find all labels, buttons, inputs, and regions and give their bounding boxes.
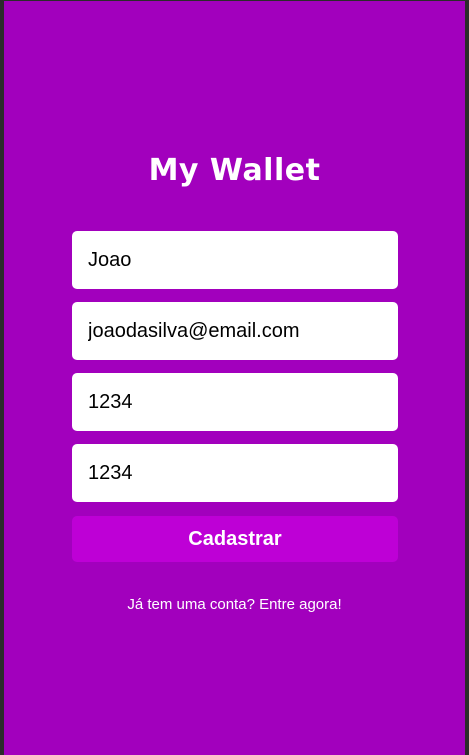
app-logo: My Wallet <box>148 153 321 188</box>
signup-screen: My Wallet Cadastrar Já tem uma conta? En… <box>4 1 465 755</box>
name-input[interactable] <box>72 231 398 289</box>
confirm-password-input[interactable] <box>72 444 398 502</box>
login-link[interactable]: Já tem uma conta? Entre agora! <box>4 595 465 615</box>
signup-button[interactable]: Cadastrar <box>72 516 398 562</box>
email-input[interactable] <box>72 302 398 360</box>
password-input[interactable] <box>72 373 398 431</box>
